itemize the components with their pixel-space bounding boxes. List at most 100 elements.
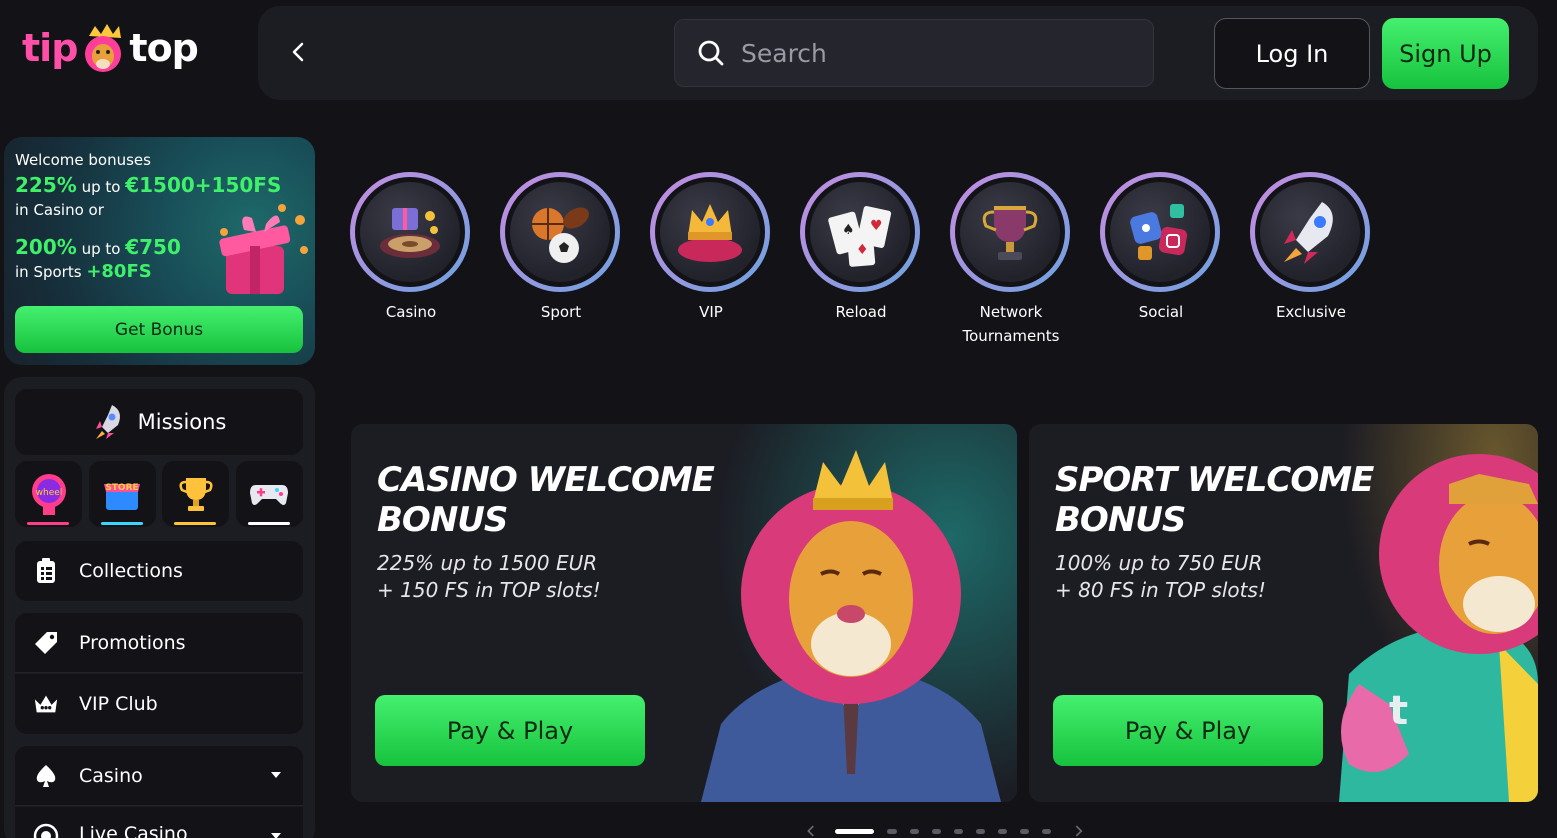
banner-subtitle-line: + 150 FS in TOP slots! — [377, 578, 601, 602]
site-logo[interactable]: tip top — [22, 18, 202, 78]
pay-and-play-button[interactable]: Pay & Play — [375, 695, 645, 766]
category-reload[interactable]: ♠ ♥ ♦ Reload — [800, 172, 922, 324]
mini-shortcuts: wheel STORE — [15, 461, 303, 527]
pager-dot[interactable] — [931, 828, 941, 834]
chevron-right-icon[interactable] — [1073, 824, 1085, 838]
bonus-sport-amount: €750 — [125, 235, 181, 259]
search-box[interactable] — [674, 19, 1154, 87]
gamepad-icon — [250, 485, 289, 505]
pager-dot[interactable] — [834, 828, 875, 834]
sidebar-item-collections[interactable]: Collections — [15, 541, 303, 601]
store-shortcut[interactable]: STORE — [88, 461, 156, 527]
wheel-shortcut[interactable]: wheel — [15, 461, 82, 527]
missions-label: Missions — [137, 410, 227, 434]
banner-title-line: BONUS — [377, 500, 508, 540]
sidebar-item-label: Casino — [79, 764, 143, 787]
search-input[interactable] — [741, 38, 1121, 68]
gamepad-indicator — [247, 522, 290, 525]
category-casino[interactable]: Casino — [350, 172, 472, 324]
missions-button[interactable]: Missions — [15, 389, 303, 455]
pager-dot[interactable] — [998, 828, 1008, 834]
chevron-left-icon[interactable] — [805, 824, 817, 838]
back-button[interactable] — [280, 34, 316, 70]
store-indicator — [100, 522, 143, 525]
category-label: Social — [1138, 303, 1184, 321]
svg-text:♠: ♠ — [842, 222, 855, 238]
bonus-title: Welcome bonuses — [15, 151, 151, 169]
bonus-sport-upto: up to — [81, 240, 121, 258]
pager-dot[interactable] — [975, 828, 986, 834]
svg-text:wheel: wheel — [35, 488, 62, 498]
svg-text:♥: ♥ — [870, 218, 883, 234]
welcome-bonus-card: Welcome bonuses 225% up to €1500+150FS i… — [4, 137, 315, 365]
trophy-icon — [179, 478, 213, 511]
bonus-casino-suffix: in Casino or — [15, 201, 104, 219]
bonus-sport-fs: +80FS — [86, 261, 152, 282]
rocket-icon — [1284, 202, 1333, 264]
category-label: Exclusive — [1275, 303, 1347, 321]
category-network-tournaments[interactable]: Network Tournaments — [950, 172, 1072, 348]
carousel-pager — [805, 824, 1085, 838]
trophy-cup-icon — [982, 206, 1038, 260]
live-casino-icon — [33, 823, 59, 838]
banner-sport-welcome[interactable]: t SPORT WELCOME BONUS 100% up to 750 EUR… — [1029, 424, 1538, 802]
trophy-indicator — [174, 522, 217, 525]
svg-text:t: t — [1389, 688, 1408, 734]
banner-subtitle-line: 225% up to 1500 EUR — [377, 551, 598, 575]
sidebar-item-label: VIP Club — [79, 693, 158, 715]
sidebar-item-label: Collections — [79, 560, 183, 582]
sidebar-item-casino[interactable]: Casino — [15, 746, 303, 806]
banner-casino-welcome[interactable]: CASINO WELCOME BONUS 225% up to 1500 EUR… — [351, 424, 1017, 802]
chevron-down-icon — [271, 833, 281, 838]
bonus-sport-line: 200% up to €750 — [15, 235, 181, 259]
gamepad-shortcut[interactable] — [235, 461, 303, 527]
category-exclusive[interactable]: Exclusive — [1250, 172, 1372, 324]
pager-dot[interactable] — [909, 828, 919, 834]
playing-cards-icon: ♠ ♥♦ — [828, 206, 892, 267]
bonus-casino-amount: €1500+150FS — [125, 173, 282, 197]
category-sport[interactable]: Sport — [500, 172, 622, 324]
bonus-sport-pct: 200% — [15, 235, 77, 259]
sidebar-nav: Missions wheel STORE Collections Promoti… — [4, 377, 315, 838]
banner-title: CASINO WELCOME BONUS — [377, 460, 715, 540]
bonus-sport-suffix-line: in Sports +80FS — [15, 261, 152, 282]
banner-subtitle-line: 100% up to 750 EUR — [1055, 551, 1263, 575]
bonus-casino-line: 225% up to €1500+150FS — [15, 173, 281, 197]
svg-text:♦: ♦ — [856, 242, 869, 258]
banner-title-line: CASINO WELCOME — [377, 460, 715, 500]
crown-icon — [33, 691, 59, 717]
gift-box-icon — [219, 204, 308, 294]
chevron-left-icon — [292, 42, 304, 62]
banner-title-line: SPORT WELCOME — [1055, 460, 1374, 500]
social-dice-icon — [1130, 204, 1188, 260]
bonus-sport-prefix: in Sports — [15, 263, 82, 281]
clipboard-icon — [33, 558, 59, 584]
roulette-icon — [380, 208, 440, 258]
login-button[interactable]: Log In — [1214, 18, 1370, 89]
wheel-indicator — [27, 522, 69, 525]
category-vip[interactable]: VIP — [650, 172, 772, 324]
signup-button[interactable]: Sign Up — [1382, 18, 1509, 89]
pay-and-play-button[interactable]: Pay & Play — [1053, 695, 1323, 766]
bonus-casino-upto: up to — [81, 178, 121, 196]
sport-balls-icon — [532, 207, 589, 263]
sidebar-item-vip-club[interactable]: VIP Club — [15, 674, 303, 734]
svg-text:STORE: STORE — [105, 483, 138, 493]
pager-dot[interactable] — [1020, 828, 1030, 834]
banner-subtitle: 225% up to 1500 EUR + 150 FS in TOP slot… — [377, 550, 601, 604]
category-label: VIP — [699, 303, 723, 321]
category-label: Casino — [385, 303, 437, 321]
pager-dot[interactable] — [1042, 828, 1052, 834]
category-social[interactable]: Social — [1100, 172, 1222, 324]
get-bonus-button[interactable]: Get Bonus — [15, 306, 303, 353]
chevron-down-icon — [271, 772, 281, 778]
sidebar-item-live-casino[interactable]: Live Casino — [15, 807, 303, 838]
pager-dot[interactable] — [953, 828, 963, 834]
category-label: Reload — [835, 303, 887, 321]
store-icon: STORE — [104, 483, 141, 510]
sidebar-item-label: Promotions — [79, 631, 186, 654]
sidebar-item-promotions[interactable]: Promotions — [15, 613, 303, 673]
pager-dot[interactable] — [887, 828, 897, 834]
top-bar: Log In Sign Up — [258, 6, 1538, 100]
trophy-shortcut[interactable] — [162, 461, 230, 527]
